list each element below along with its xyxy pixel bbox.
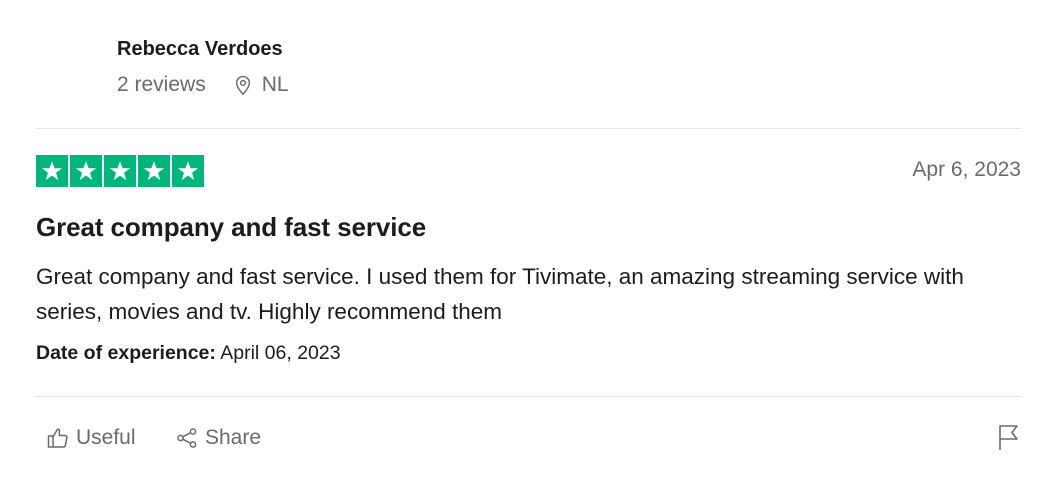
reviewer-name[interactable]: Rebecca Verdoes	[117, 38, 283, 61]
reviewer-country: NL	[261, 73, 289, 96]
reviewer-meta: 2 reviews NL	[117, 72, 289, 98]
experience-label: Date of experience:	[36, 342, 216, 364]
useful-label: Useful	[76, 426, 136, 449]
review-date: Apr 6, 2023	[912, 158, 1021, 181]
date-of-experience: Date of experience: April 06, 2023	[36, 342, 341, 365]
review-text: Great company and fast service. I used t…	[36, 264, 964, 324]
experience-date: April 06, 2023	[215, 342, 341, 364]
star-icon	[138, 155, 170, 187]
review-card: Rebecca Verdoes 2 reviews NL Apr 6, 2023…	[36, 0, 1021, 487]
divider	[36, 128, 1021, 129]
review-title[interactable]: Great company and fast service	[36, 212, 426, 243]
thumbs-up-icon	[46, 426, 70, 450]
useful-button[interactable]: Useful	[46, 424, 136, 452]
star-icon	[36, 155, 68, 187]
flag-icon	[995, 423, 1021, 451]
location-pin-icon	[232, 73, 254, 97]
star-icon	[70, 155, 102, 187]
reviews-count: 2 reviews	[117, 73, 206, 96]
share-label: Share	[205, 426, 262, 449]
share-button[interactable]: Share	[175, 424, 261, 452]
star-rating	[36, 155, 204, 187]
star-icon	[104, 155, 136, 187]
report-flag-button[interactable]	[995, 423, 1021, 451]
star-icon	[172, 155, 204, 187]
avatar[interactable]	[36, 34, 108, 106]
divider	[36, 396, 1021, 397]
share-icon	[175, 426, 199, 450]
